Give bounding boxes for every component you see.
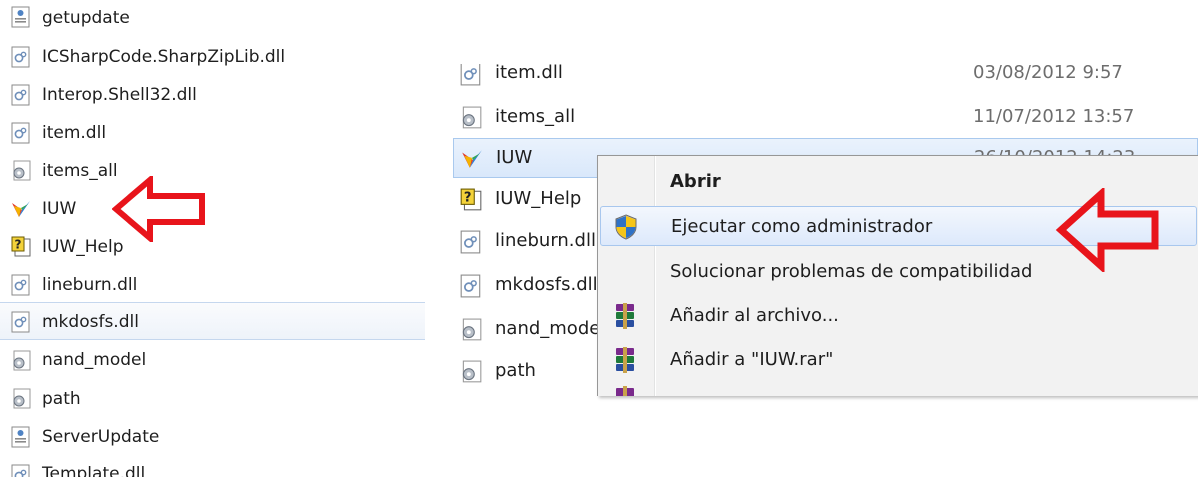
winrar-icon: [616, 347, 634, 373]
dll-file-icon: [11, 464, 30, 477]
gear-file-icon: [462, 106, 482, 129]
file-name: IUW: [496, 147, 533, 168]
menu-item-label: Añadir a "IUW.rar": [670, 349, 834, 370]
config-file-icon: [11, 426, 30, 448]
list-item[interactable]: ? IUW_Help: [0, 228, 425, 266]
list-item[interactable]: items_all 11/07/2012 13:57: [453, 98, 1198, 138]
iuw-app-icon: [462, 150, 482, 168]
iuw-app-icon: [12, 201, 30, 217]
file-name: mkdosfs.dll: [495, 274, 598, 295]
uac-shield-icon: [615, 214, 637, 240]
dll-file-icon: [11, 84, 30, 106]
file-name: item.dll: [42, 123, 107, 143]
dll-file-icon: [11, 311, 30, 333]
list-item[interactable]: item.dll: [0, 114, 425, 152]
list-item[interactable]: IUW: [0, 190, 425, 228]
file-name: Interop.Shell32.dll: [42, 85, 197, 105]
file-name: Template.dll: [42, 464, 146, 477]
red-arrow-left-icon: [112, 176, 205, 242]
list-item[interactable]: item.dll 03/08/2012 9:57: [453, 64, 1198, 96]
winrar-icon: [616, 386, 634, 396]
list-item[interactable]: ICSharpCode.SharpZipLib.dll: [0, 38, 425, 76]
menu-item-add-to-archive[interactable]: Añadir al archivo...: [600, 296, 1197, 336]
file-name: path: [42, 389, 81, 409]
gear-file-icon: [462, 360, 482, 383]
file-name: nand_model: [495, 318, 606, 339]
list-item[interactable]: Interop.Shell32.dll: [0, 76, 425, 114]
file-date: 03/08/2012 9:57: [973, 64, 1123, 83]
menu-item-label: Solucionar problemas de compatibilidad: [670, 261, 1033, 282]
menu-item-label: Ejecutar como administrador: [671, 216, 933, 237]
gear-file-icon: [462, 318, 482, 341]
menu-item-add-to-rar[interactable]: Añadir a "IUW.rar": [600, 340, 1197, 380]
file-name: items_all: [42, 161, 118, 181]
file-name: ICSharpCode.SharpZipLib.dll: [42, 47, 286, 67]
file-date: 11/07/2012 13:57: [973, 106, 1135, 127]
dll-file-icon: [11, 122, 30, 144]
dll-file-icon: [11, 46, 30, 68]
file-name: ServerUpdate: [42, 427, 160, 447]
help-file-icon: ?: [11, 236, 31, 257]
dll-file-icon: [460, 274, 481, 298]
list-item[interactable]: lineburn.dll: [0, 266, 425, 304]
list-item[interactable]: Template.dll: [0, 456, 425, 477]
dll-file-icon: [460, 230, 481, 254]
file-name: lineburn.dll: [495, 230, 596, 251]
config-file-icon: [11, 6, 30, 28]
menu-item-label: Añadir al archivo...: [670, 305, 839, 326]
file-name: getupdate: [42, 8, 130, 28]
left-file-list: getupdate ICSharpCode.SharpZipLib.dll In…: [0, 0, 425, 477]
list-item[interactable]: ServerUpdate: [0, 418, 425, 456]
file-name: nand_model: [42, 350, 147, 370]
gear-file-icon: [13, 160, 31, 181]
dll-file-icon: [460, 64, 481, 86]
gear-file-icon: [13, 350, 31, 371]
file-name: IUW: [42, 199, 77, 219]
help-file-icon: ?: [460, 188, 482, 211]
list-item[interactable]: path: [0, 380, 425, 418]
menu-item-label: Abrir: [670, 171, 721, 192]
dll-file-icon: [11, 274, 30, 296]
svg-text:?: ?: [464, 191, 472, 206]
list-item[interactable]: getupdate: [0, 0, 425, 38]
file-name: mkdosfs.dll: [42, 312, 139, 332]
gear-file-icon: [13, 388, 31, 409]
svg-text:?: ?: [15, 238, 22, 252]
file-name: lineburn.dll: [42, 275, 138, 295]
file-name: items_all: [495, 106, 576, 127]
list-item[interactable]: nand_model: [0, 342, 425, 380]
file-name: path: [495, 360, 536, 381]
list-item[interactable]: items_all: [0, 152, 425, 190]
red-arrow-left-icon: [1055, 188, 1159, 272]
list-item-selected[interactable]: mkdosfs.dll: [0, 302, 425, 340]
file-name: IUW_Help: [495, 188, 582, 209]
file-name: item.dll: [495, 64, 563, 83]
winrar-icon: [616, 303, 634, 329]
